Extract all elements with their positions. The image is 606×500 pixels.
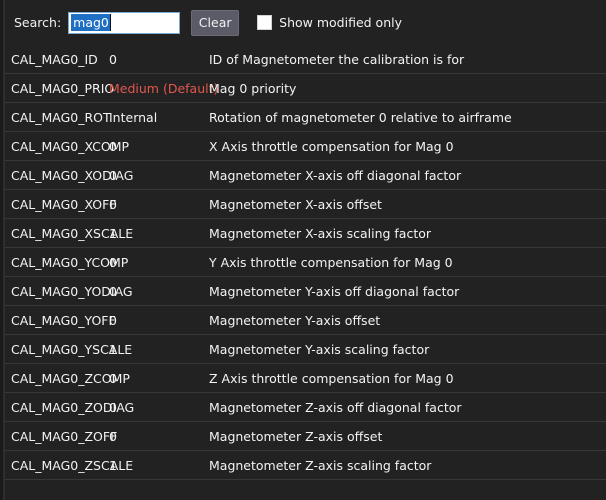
parameter-value-cell[interactable]: 0 xyxy=(107,313,207,328)
parameter-value-cell[interactable]: 0 xyxy=(107,371,207,386)
parameter-value-cell[interactable]: 0 xyxy=(107,139,207,154)
parameter-name-cell: CAL_MAG0_XCOMP xyxy=(11,138,130,154)
parameter-value-cell[interactable]: 0 xyxy=(107,52,207,67)
parameter-name-cell: CAL_MAG0_XOFF xyxy=(11,196,117,212)
table-row[interactable]: CAL_MAG0_YOFF 0 Magnetometer Y-axis offset xyxy=(5,306,606,335)
parameter-description-cell: Mag 0 priority xyxy=(209,80,297,96)
table-row[interactable]: CAL_MAG0_ZODIAG 0 Magnetometer Z-axis off … xyxy=(5,393,606,422)
table-row[interactable]: CAL_MAG0_ZCOMP 0 Z Axis throttle compensat… xyxy=(5,364,606,393)
search-input[interactable]: mag0 xyxy=(68,11,181,34)
parameter-name-cell: CAL_MAG0_YCOMP xyxy=(11,254,129,270)
parameter-description-cell: Rotation of magnetometer 0 relative to a… xyxy=(209,109,512,125)
parameter-value-cell[interactable]: 1 xyxy=(107,458,207,473)
show-modified-only-label: Show modified only xyxy=(279,15,403,30)
search-label: Search: xyxy=(14,15,62,30)
show-modified-only-group: Show modified only xyxy=(257,15,402,30)
parameter-value-cell[interactable]: Medium (Default) xyxy=(107,81,218,96)
parameter-description-cell: X Axis throttle compensation for Mag 0 xyxy=(209,138,454,154)
parameter-description-cell: Magnetometer Y-axis scaling factor xyxy=(209,341,430,357)
table-row[interactable]: CAL_MAG0_ROT Internal Rotation of magnetom… xyxy=(5,103,606,132)
parameter-name-cell: CAL_MAG0_ROT xyxy=(11,109,111,125)
parameter-value-cell[interactable]: Internal xyxy=(107,110,207,125)
parameter-name-cell: CAL_MAG0_XODIAG xyxy=(11,167,134,183)
table-row[interactable]: CAL_MAG0_XCOMP 0 X Axis throttle compensat… xyxy=(5,132,606,161)
table-row[interactable]: CAL_MAG0_YSCALE 1 Magnetometer Y-axis scal… xyxy=(5,335,606,364)
table-row[interactable]: CAL_MAG0_ZOFF 0 Magnetometer Z-axis offset xyxy=(5,422,606,451)
parameter-name-cell: CAL_MAG0_YODIAG xyxy=(11,283,133,299)
parameter-name-cell: CAL_MAG0_ID xyxy=(11,51,98,67)
parameter-description-cell: Magnetometer Z-axis offset xyxy=(209,428,383,444)
parameter-table[interactable]: CAL_MAG0_ID 0 ID of Magnetometer the calib… xyxy=(5,45,606,500)
parameter-description-cell: Magnetometer Y-axis offset xyxy=(209,312,381,328)
table-row[interactable]: CAL_MAG0_ID 0 ID of Magnetometer the calib… xyxy=(5,45,606,74)
parameter-editor-panel: Search: mag0 Clear Show modified only CA… xyxy=(0,0,606,500)
parameter-value-cell[interactable]: 0 xyxy=(107,284,207,299)
parameter-description-cell: ID of Magnetometer the calibration is fo… xyxy=(209,51,465,67)
table-row[interactable]: CAL_MAG0_XOFF 0 Magnetometer X-axis offset xyxy=(5,190,606,219)
table-row[interactable]: CAL_MAG0_YODIAG 0 Magnetometer Y-axis off … xyxy=(5,277,606,306)
parameter-value-cell[interactable]: 1 xyxy=(107,226,207,241)
parameter-name-cell: CAL_MAG0_YOFF xyxy=(11,312,116,328)
parameter-description-cell: Z Axis throttle compensation for Mag 0 xyxy=(209,370,454,386)
parameter-name-cell: CAL_MAG0_PRIO xyxy=(11,80,115,96)
parameter-value-cell[interactable]: 0 xyxy=(107,168,207,183)
parameter-name-cell: CAL_MAG0_ZODIAG xyxy=(11,399,135,415)
parameter-value-cell[interactable]: 1 xyxy=(107,342,207,357)
parameter-description-cell: Magnetometer Z-axis off diagonal factor xyxy=(209,399,462,415)
parameter-name-cell: CAL_MAG0_ZCOMP xyxy=(11,370,130,386)
table-row[interactable]: CAL_MAG0_PRIO Medium (Default) Mag 0 prior… xyxy=(5,74,606,103)
parameter-value-cell[interactable]: 0 xyxy=(107,255,207,270)
parameter-value-cell[interactable]: 0 xyxy=(107,400,207,415)
parameter-description-cell: Magnetometer X-axis off diagonal factor xyxy=(209,167,462,183)
parameter-description-cell: Y Axis throttle compensation for Mag 0 xyxy=(209,254,453,270)
parameter-description-cell: Magnetometer Y-axis off diagonal factor xyxy=(209,283,460,299)
parameter-name-cell: CAL_MAG0_ZOFF xyxy=(11,428,118,444)
parameter-name-cell: CAL_MAG0_XSCALE xyxy=(11,225,134,241)
table-row[interactable]: CAL_MAG0_ZSCALE 1 Magnetometer Z-axis scal… xyxy=(5,451,606,480)
parameter-name-cell: CAL_MAG0_ZSCALE xyxy=(11,457,134,473)
search-toolbar: Search: mag0 Clear Show modified only xyxy=(5,0,606,45)
table-row[interactable]: CAL_MAG0_XSCALE 1 Magnetometer X-axis scal… xyxy=(5,219,606,248)
parameter-value-cell[interactable]: 0 xyxy=(107,429,207,444)
parameter-name-cell: CAL_MAG0_YSCALE xyxy=(11,341,133,357)
clear-button[interactable]: Clear xyxy=(191,9,240,36)
search-input-value: mag0 xyxy=(71,14,111,31)
table-row[interactable]: CAL_MAG0_XODIAG 0 Magnetometer X-axis off … xyxy=(5,161,606,190)
parameter-description-cell: Magnetometer X-axis offset xyxy=(209,196,382,212)
parameter-value-cell[interactable]: 0 xyxy=(107,197,207,212)
show-modified-only-checkbox[interactable] xyxy=(257,15,273,30)
table-row[interactable]: CAL_MAG0_YCOMP 0 Y Axis throttle compensat… xyxy=(5,248,606,277)
parameter-description-cell: Magnetometer X-axis scaling factor xyxy=(209,225,432,241)
parameter-description-cell: Magnetometer Z-axis scaling factor xyxy=(209,457,432,473)
